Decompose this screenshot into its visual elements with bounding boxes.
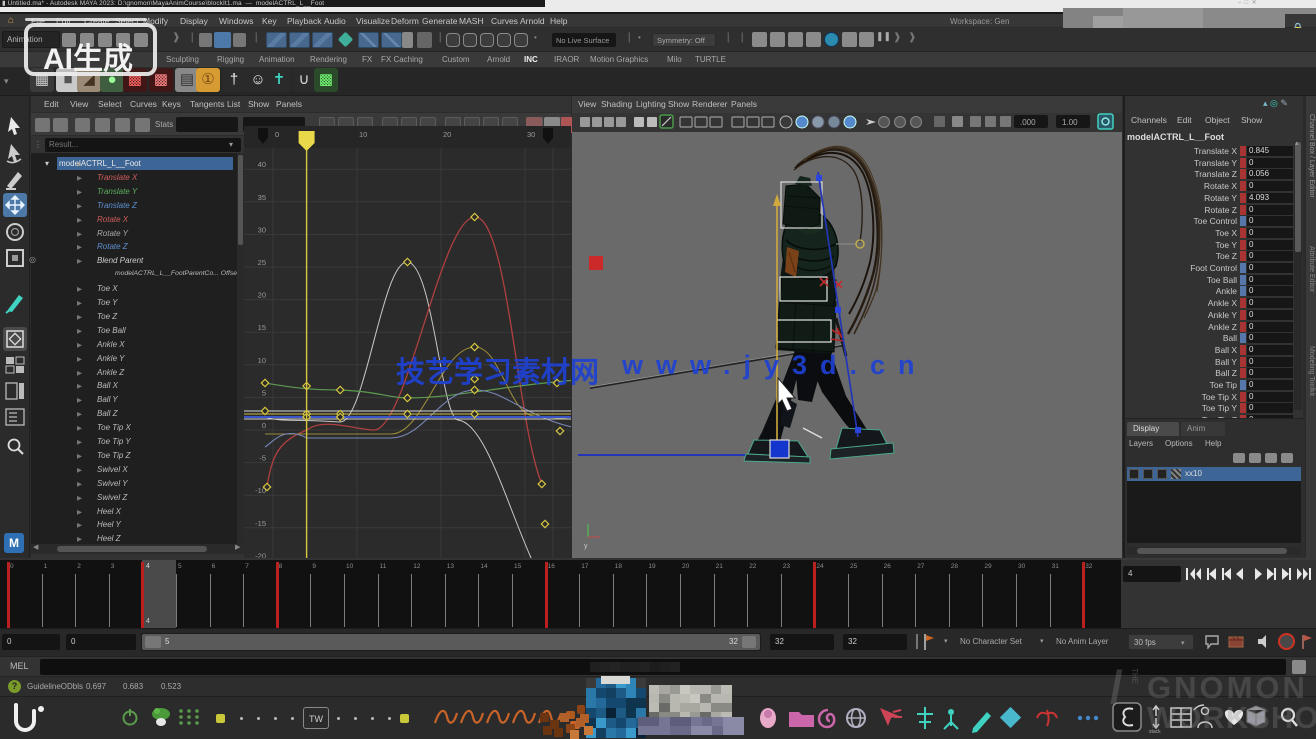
svg-text:View: View	[578, 99, 597, 109]
svg-text:.000: .000	[1020, 118, 1036, 127]
svg-text:Lighting: Lighting	[636, 99, 666, 109]
svg-text:5: 5	[262, 388, 266, 397]
svg-text:30: 30	[258, 225, 266, 234]
svg-text:20: 20	[258, 291, 266, 300]
svg-text:-5: -5	[259, 454, 266, 463]
svg-text:y: y	[584, 543, 588, 550]
svg-text:20: 20	[443, 130, 451, 139]
svg-text:0: 0	[275, 130, 279, 139]
svg-text:30: 30	[527, 130, 535, 139]
svg-text:Panels: Panels	[731, 99, 757, 109]
svg-text:Shading: Shading	[601, 99, 632, 109]
svg-text:Show: Show	[668, 99, 690, 109]
svg-text:1.00: 1.00	[1062, 118, 1078, 127]
svg-text:0: 0	[262, 421, 266, 430]
svg-text:Renderer: Renderer	[692, 99, 728, 109]
svg-text:35: 35	[258, 193, 266, 202]
svg-text:10: 10	[258, 356, 266, 365]
svg-text:25: 25	[258, 258, 266, 267]
svg-text:15: 15	[258, 323, 266, 332]
svg-text:-20: -20	[255, 551, 266, 558]
svg-text:-15: -15	[255, 519, 266, 528]
svg-text:40: 40	[258, 160, 266, 169]
svg-text:10: 10	[359, 130, 367, 139]
